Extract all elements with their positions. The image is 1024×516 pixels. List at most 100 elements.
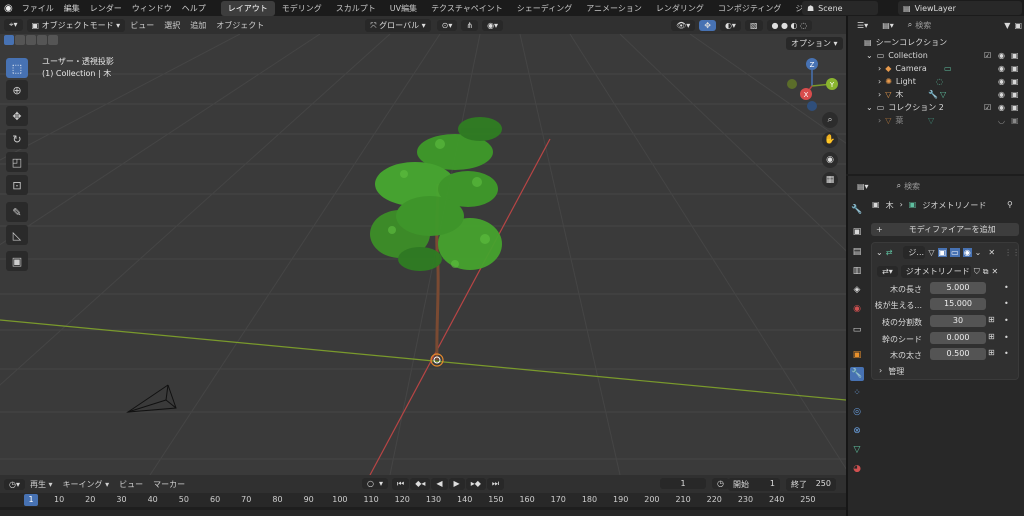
node-tree-type-icon[interactable]: ⇄▾	[877, 266, 898, 277]
object-tab-icon[interactable]: ▣	[850, 348, 864, 362]
zoom-icon[interactable]: ⌕	[822, 112, 838, 128]
render-camera-icon[interactable]: ▣	[1011, 77, 1019, 86]
play-reverse-icon[interactable]: ◀	[431, 478, 448, 490]
checkbox-icon[interactable]: ☑	[984, 103, 991, 112]
eye-icon[interactable]: ◉	[998, 90, 1005, 99]
play-icon[interactable]: ▶	[448, 478, 465, 490]
add-modifier-button[interactable]: + モディファイアーを追加	[871, 223, 1019, 236]
mode-selector[interactable]: ▣ オブジェクトモード ▾	[26, 18, 126, 32]
outliner-editor-type-icon[interactable]: ☰▾	[852, 19, 874, 31]
3d-viewport[interactable]: ユーザー・透視投影 (1) Collection | 木 オプション ▾ ⬚ ⊕…	[0, 34, 846, 475]
keyframe-dot-icon[interactable]: •	[1004, 299, 1009, 308]
editor-type-icon[interactable]: ⌖▾	[4, 19, 23, 31]
particles-tab-icon[interactable]: ⁘	[850, 386, 864, 400]
render-camera-icon[interactable]: ▣	[1011, 90, 1019, 99]
render-tab-icon[interactable]: ▣	[850, 225, 864, 239]
view-layer-tab-icon[interactable]: ▥	[850, 264, 864, 278]
chevron-down-icon[interactable]: ⌄	[866, 51, 873, 60]
outliner-row-tree[interactable]: › ▽ 木 🔧 ▽ ◉ ▣	[848, 88, 1024, 101]
chevron-down-icon[interactable]: ⌄	[876, 248, 883, 257]
workspace-tab-animation[interactable]: アニメーション	[579, 1, 649, 16]
pivot-point-icon[interactable]: ⊙▾	[436, 19, 458, 31]
visibility-icon[interactable]: 👁▾	[671, 19, 696, 31]
perspective-toggle-icon[interactable]: ▦	[822, 172, 838, 188]
viewport-display-toggle-icon[interactable]: ▭	[950, 248, 960, 257]
proportional-edit-icon[interactable]: ◉▾	[482, 19, 504, 31]
modifier-name-field[interactable]: ジ...	[903, 246, 926, 259]
menu-edit[interactable]: 編集	[59, 3, 85, 14]
add-cube-tool-icon[interactable]: ▣	[6, 251, 28, 271]
annotate-tool-icon[interactable]: ✎	[6, 202, 28, 222]
eye-icon[interactable]: ◉	[998, 103, 1005, 112]
workspace-tab-uv[interactable]: UV編集	[383, 1, 424, 16]
new-collection-icon[interactable]: ▣	[1014, 21, 1022, 30]
properties-editor-type-icon[interactable]: ▤▾	[852, 180, 874, 192]
node-group-field[interactable]: ジオメトリノード	[900, 265, 971, 278]
close-icon[interactable]: ✕	[988, 248, 995, 257]
preview-range-icon[interactable]: ◷	[712, 478, 729, 489]
dropdown-icon[interactable]: ⌄	[975, 248, 982, 257]
move-tool-icon[interactable]: ✥	[6, 106, 28, 126]
cursor-tool-icon[interactable]: ⊕	[6, 80, 28, 100]
chevron-right-icon[interactable]: ›	[878, 90, 881, 99]
timeline-ruler[interactable]: 1 10 20 30 40 50 60 70 80 90 100 110 120 130 140 150 160…	[0, 493, 846, 516]
attribute-toggle-icon[interactable]: ⊞	[988, 315, 995, 324]
chevron-right-icon[interactable]: ›	[878, 64, 881, 73]
camera-view-icon[interactable]: ◉	[822, 152, 838, 168]
input-field-trunk-seed[interactable]: 0.000	[930, 332, 986, 344]
outliner-row-scene-collection[interactable]: ▤ シーンコレクション	[848, 36, 1024, 49]
navigation-gizmo[interactable]: Z Y X	[784, 54, 840, 114]
physics-tab-icon[interactable]: ◎	[850, 405, 864, 419]
timeline-menu-marker[interactable]: マーカー	[148, 479, 190, 490]
outliner-display-mode-icon[interactable]: ▤▾	[877, 19, 899, 31]
render-camera-icon[interactable]: ▣	[1011, 116, 1019, 125]
workspace-tab-texture-paint[interactable]: テクスチャペイント	[424, 1, 510, 16]
jump-prev-key-icon[interactable]: ◆◂	[410, 478, 431, 490]
manage-subpanel-header[interactable]: › 管理	[879, 366, 904, 377]
render-toggle-icon[interactable]: ◉	[962, 248, 972, 257]
input-field-tree-thickness[interactable]: 0.500	[930, 348, 986, 360]
scene-selector[interactable]: ☗ Scene	[802, 1, 878, 15]
outliner-row-collection[interactable]: ⌄ ▭ Collection ☑ ◉ ▣	[848, 49, 1024, 62]
viewport-options-button[interactable]: オプション ▾	[786, 37, 843, 50]
workspace-tab-rendering[interactable]: レンダリング	[649, 1, 711, 16]
input-field-branch-start[interactable]: 15.000	[930, 298, 986, 310]
select-invert-icon[interactable]	[37, 35, 47, 45]
select-box-tool-icon[interactable]: ⬚	[6, 58, 28, 78]
modifier-tab-icon[interactable]: 🔧	[850, 367, 864, 381]
jump-next-key-icon[interactable]: ▸◆	[465, 478, 486, 490]
outliner-row-light[interactable]: › ✺ Light ◌ ◉ ▣	[848, 75, 1024, 88]
timeline-menu-playback[interactable]: 再生 ▾	[25, 479, 58, 490]
start-frame-field[interactable]: 開始 1	[728, 478, 780, 491]
snap-icon[interactable]: ⋔	[461, 19, 479, 31]
render-camera-icon[interactable]: ▣	[1011, 103, 1019, 112]
menu-window[interactable]: ウィンドウ	[127, 3, 177, 14]
timeline-editor-type-icon[interactable]: ◷▾	[4, 478, 25, 490]
scene-tab-icon[interactable]: ◈	[850, 283, 864, 297]
pan-hand-icon[interactable]: ✋	[822, 132, 838, 148]
unlink-close-icon[interactable]: ✕	[991, 267, 998, 276]
select-new-icon[interactable]	[4, 35, 14, 45]
overlay-toggle-icon[interactable]: ◐▾	[719, 19, 741, 31]
input-field-branch-divisions[interactable]: 30	[930, 315, 986, 327]
eye-closed-icon[interactable]: ◡	[998, 116, 1005, 125]
select-intersect-icon[interactable]	[48, 35, 58, 45]
view-layer-selector[interactable]: ▤ ViewLayer	[898, 1, 1022, 15]
duplicate-icon[interactable]: ⧉	[983, 267, 989, 277]
render-camera-icon[interactable]: ▣	[1011, 64, 1019, 73]
pin-icon[interactable]: ⚲	[1007, 200, 1013, 209]
workspace-tab-sculpt[interactable]: スカルプト	[329, 1, 383, 16]
viewport-menu-select[interactable]: 選択	[159, 20, 185, 31]
blender-logo-icon[interactable]: ◉	[0, 3, 17, 14]
eye-icon[interactable]: ◉	[998, 51, 1005, 60]
chevron-right-icon[interactable]: ›	[878, 116, 881, 125]
checkbox-icon[interactable]: ☑	[984, 51, 991, 60]
workspace-tab-compositing[interactable]: コンポジティング	[711, 1, 789, 16]
end-frame-field[interactable]: 終了 250	[786, 478, 836, 491]
menu-file[interactable]: ファイル	[17, 3, 59, 14]
cage-toggle-icon[interactable]: ▣	[937, 248, 948, 257]
filter-icon[interactable]: ▼	[1004, 21, 1010, 30]
current-frame-field[interactable]: 1	[660, 478, 706, 489]
keyframe-dot-icon[interactable]: •	[1004, 316, 1009, 325]
transform-orientation-selector[interactable]: ⤧ グローバル ▾	[365, 18, 431, 32]
